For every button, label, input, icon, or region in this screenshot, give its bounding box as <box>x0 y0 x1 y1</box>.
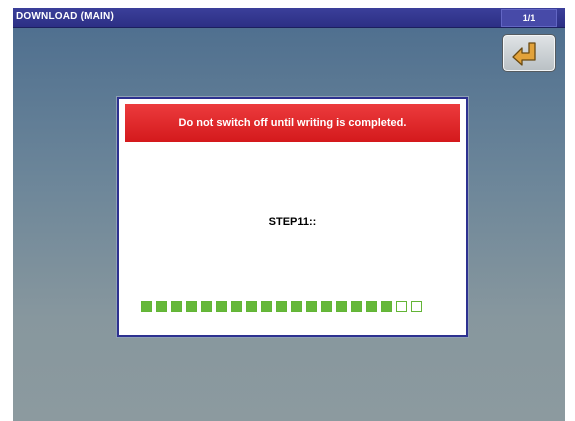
progress-segment-filled <box>276 301 287 312</box>
progress-segment-filled <box>366 301 377 312</box>
warning-banner: Do not switch off until writing is compl… <box>125 104 460 142</box>
progress-segment-filled <box>291 301 302 312</box>
back-button[interactable] <box>502 34 556 72</box>
progress-segment-filled <box>186 301 197 312</box>
return-arrow-icon <box>512 42 536 66</box>
step-label: STEP11:: <box>268 216 317 228</box>
page-indicator: 1/1 <box>501 9 557 27</box>
progress-segment-empty <box>411 301 422 312</box>
writing-dialog: Do not switch off until writing is compl… <box>117 97 468 337</box>
progress-segment-filled <box>231 301 242 312</box>
progress-segment-filled <box>216 301 227 312</box>
progress-segment-filled <box>321 301 332 312</box>
progress-indicator <box>141 301 422 312</box>
progress-segment-filled <box>141 301 152 312</box>
window-title: DOWNLOAD (MAIN) <box>16 11 114 22</box>
progress-segment-filled <box>351 301 362 312</box>
progress-segment-filled <box>381 301 392 312</box>
progress-segment-filled <box>156 301 167 312</box>
screen: DOWNLOAD (MAIN) 1/1 Do not switch off un… <box>13 8 565 421</box>
progress-segment-filled <box>171 301 182 312</box>
progress-segment-filled <box>336 301 347 312</box>
progress-segment-filled <box>261 301 272 312</box>
progress-segment-filled <box>246 301 257 312</box>
progress-segment-empty <box>396 301 407 312</box>
progress-segment-filled <box>306 301 317 312</box>
title-bar: DOWNLOAD (MAIN) 1/1 <box>13 8 565 28</box>
progress-segment-filled <box>201 301 212 312</box>
